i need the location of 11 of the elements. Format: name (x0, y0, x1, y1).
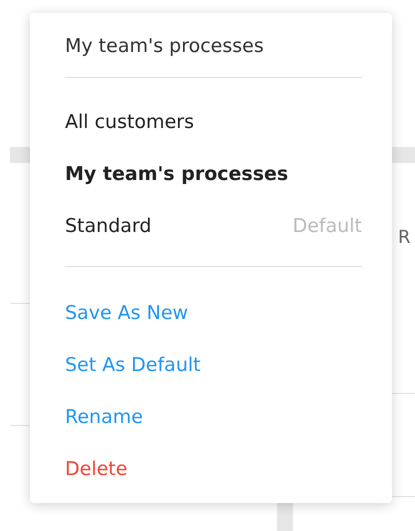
menu-action[interactable]: Rename (65, 404, 143, 430)
background-text: R (398, 226, 411, 250)
view-option[interactable]: Standard Default (65, 213, 362, 239)
view-option[interactable]: All customers (65, 109, 362, 135)
column-bar (277, 500, 293, 531)
menu-action[interactable]: Set As Default (65, 352, 201, 378)
menu-title: My team's processes (65, 34, 265, 59)
default-label: Default (292, 214, 362, 239)
menu-action[interactable]: Delete (65, 456, 128, 482)
menu-action[interactable]: Save As New (65, 300, 188, 326)
view-option[interactable]: My team's processes (65, 161, 362, 187)
